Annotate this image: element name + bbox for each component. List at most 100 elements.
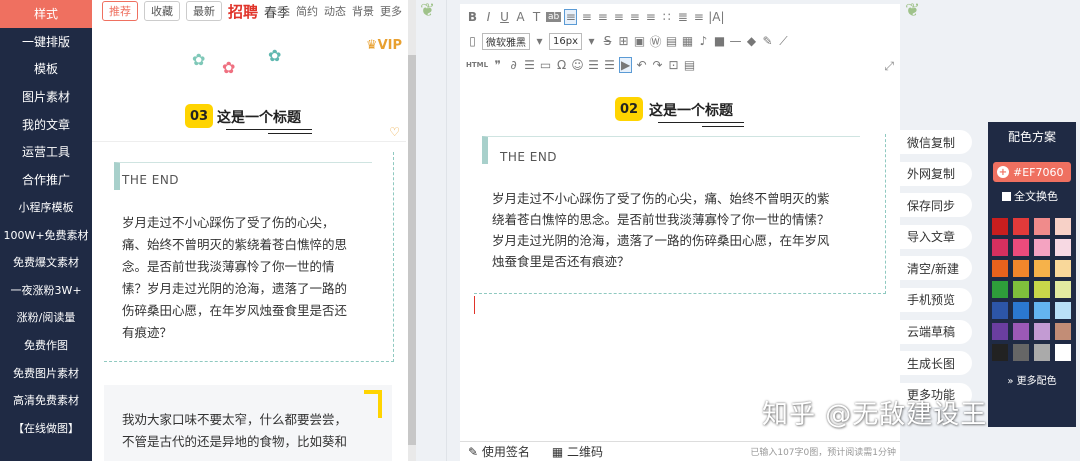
color-swatch[interactable]: [992, 281, 1008, 298]
letter-spacing-button[interactable]: |A|: [708, 10, 724, 24]
heart-icon[interactable]: ♡: [389, 125, 400, 139]
outdent-button[interactable]: ≡: [644, 10, 657, 24]
list-button[interactable]: ☰: [523, 58, 536, 72]
color-swatch[interactable]: [1055, 302, 1071, 319]
ordered-list-button[interactable]: ☰: [587, 58, 600, 72]
color-swatch[interactable]: [1013, 344, 1029, 361]
format-brush-button[interactable]: ◆: [745, 34, 758, 48]
clear-new-button[interactable]: 清空/新建: [900, 256, 972, 281]
save-sync-button[interactable]: 保存同步: [900, 193, 972, 218]
color-swatch[interactable]: [1055, 281, 1071, 298]
bold-button[interactable]: B: [466, 10, 479, 24]
color-swatch[interactable]: [1013, 260, 1029, 277]
table-button[interactable]: ⊞: [617, 34, 630, 48]
color-swatch[interactable]: [992, 323, 1008, 340]
import-article-button[interactable]: 导入文章: [900, 224, 972, 249]
current-color-picker[interactable]: + #EF7060: [993, 162, 1071, 182]
nav-item-free-images[interactable]: 免费图片素材: [0, 359, 92, 387]
unordered-list-button[interactable]: ☰: [603, 58, 616, 72]
mobile-preview-button[interactable]: 手机预览: [900, 287, 972, 312]
wechat-copy-button[interactable]: 微信复制: [900, 130, 972, 154]
nav-item-ops-tools[interactable]: 运营工具: [0, 138, 92, 166]
tab-dynamic[interactable]: 动态: [324, 3, 346, 19]
preview-button[interactable]: ▤: [683, 58, 696, 72]
align-justify-button[interactable]: ≡: [612, 10, 625, 24]
color-swatch[interactable]: [992, 239, 1008, 256]
emoji-button[interactable]: ☺: [571, 58, 584, 72]
italic-button[interactable]: I: [482, 10, 495, 24]
tab-recruit[interactable]: 招聘: [228, 1, 258, 22]
margin-button[interactable]: ≡: [692, 10, 705, 24]
text-style-button[interactable]: T: [530, 10, 543, 24]
clear-format-button[interactable]: ⊡: [667, 58, 680, 72]
font-family-select[interactable]: 微软雅黑: [482, 32, 530, 50]
tab-spring[interactable]: 春季: [264, 2, 290, 21]
html-button[interactable]: HTML: [466, 61, 488, 69]
color-swatch[interactable]: [1034, 281, 1050, 298]
nav-item-free-design[interactable]: 免费作图: [0, 331, 92, 359]
template-card-the-end[interactable]: THE END 岁月走过不小心踩伤了受了伤的心尖， 痛、始终不曾明灭的紫绕着苍白…: [104, 152, 394, 362]
color-swatch[interactable]: [1055, 323, 1071, 340]
audio-button[interactable]: ♪: [697, 34, 710, 48]
link-button[interactable]: ∂: [507, 58, 520, 72]
align-right-button[interactable]: ≡: [596, 10, 609, 24]
align-left-button[interactable]: ≡: [564, 9, 578, 25]
image-button[interactable]: ▣: [633, 34, 646, 48]
align-center-button[interactable]: ≡: [580, 10, 593, 24]
nav-item-online-design[interactable]: 【在线做图】: [0, 414, 92, 442]
external-copy-button[interactable]: 外网复制: [900, 161, 972, 186]
pen-button[interactable]: ✎: [761, 34, 774, 48]
line-height-button[interactable]: ∷: [660, 10, 673, 24]
tab-more[interactable]: 更多: [380, 3, 402, 19]
tab-simple[interactable]: 简约: [296, 3, 318, 19]
frame-button[interactable]: ▭: [539, 58, 552, 72]
nav-item-one-click-layout[interactable]: 一键排版: [0, 28, 92, 56]
color-swatch[interactable]: [1055, 260, 1071, 277]
chevron-down-icon[interactable]: ▾: [533, 34, 546, 48]
color-swatch[interactable]: [1034, 344, 1050, 361]
nav-item-followers[interactable]: 一夜涨粉3W+: [0, 276, 92, 304]
more-colors-button[interactable]: » 更多配色: [988, 372, 1076, 387]
color-swatch[interactable]: [1034, 302, 1050, 319]
signature-button[interactable]: ✎ 使用签名: [468, 443, 530, 460]
nav-item-my-articles[interactable]: 我的文章: [0, 110, 92, 138]
tab-favorites[interactable]: 收藏: [144, 1, 180, 21]
the-end-block[interactable]: THE END 岁月走过不小心踩伤了受了伤的心尖，痛、始终不曾明灭的紫 绕着苍白…: [474, 134, 886, 294]
nav-item-templates[interactable]: 模板: [0, 55, 92, 83]
nav-item-viral-assets[interactable]: 免费爆文素材: [0, 248, 92, 276]
color-swatch[interactable]: [1013, 281, 1029, 298]
expand-icon[interactable]: ⤢: [884, 59, 894, 74]
horizontal-rule-button[interactable]: —: [729, 34, 742, 48]
word-import-button[interactable]: Ⓦ: [649, 33, 662, 50]
nav-item-style[interactable]: 样式: [0, 0, 92, 28]
color-swatch[interactable]: [1034, 239, 1050, 256]
nav-item-partner[interactable]: 合作推广: [0, 166, 92, 194]
color-swatch[interactable]: [992, 218, 1008, 235]
template-scrollbar-thumb[interactable]: [408, 55, 416, 445]
color-swatch[interactable]: [1034, 260, 1050, 277]
color-swatch[interactable]: [1055, 239, 1071, 256]
video-button[interactable]: ■: [713, 34, 726, 48]
template-card-heading[interactable]: ✿ ✿ ✿ ♛VIP 03 这是一个标题 ♡: [92, 30, 406, 142]
indent-button[interactable]: ≡: [628, 10, 641, 24]
color-swatch[interactable]: [1055, 344, 1071, 361]
highlight-button[interactable]: ab: [546, 12, 562, 22]
long-image-button[interactable]: 生成长图: [900, 351, 972, 376]
magic-wand-button[interactable]: ⟋: [777, 34, 790, 49]
nav-item-miniprogram[interactable]: 小程序模板: [0, 193, 92, 221]
special-char-button[interactable]: Ω: [555, 58, 568, 72]
redo-button[interactable]: ↷: [651, 58, 664, 72]
color-swatch[interactable]: [1055, 218, 1071, 235]
strikethrough-button[interactable]: S: [601, 34, 614, 48]
nav-item-hd-assets[interactable]: 高清免费素材: [0, 386, 92, 414]
gallery-button[interactable]: ▦: [681, 34, 694, 48]
color-swatch[interactable]: [1034, 323, 1050, 340]
cloud-draft-button[interactable]: 云端草稿: [900, 319, 972, 344]
tab-recommended[interactable]: 推荐: [102, 1, 138, 21]
qrcode-button[interactable]: ▦ 二维码: [552, 443, 603, 460]
color-swatch[interactable]: [1013, 218, 1029, 235]
template-scrollbar[interactable]: [408, 0, 416, 461]
image-library-button[interactable]: ▤: [665, 34, 678, 48]
color-swatch[interactable]: [992, 302, 1008, 319]
paragraph-spacing-button[interactable]: ≣: [676, 10, 689, 24]
